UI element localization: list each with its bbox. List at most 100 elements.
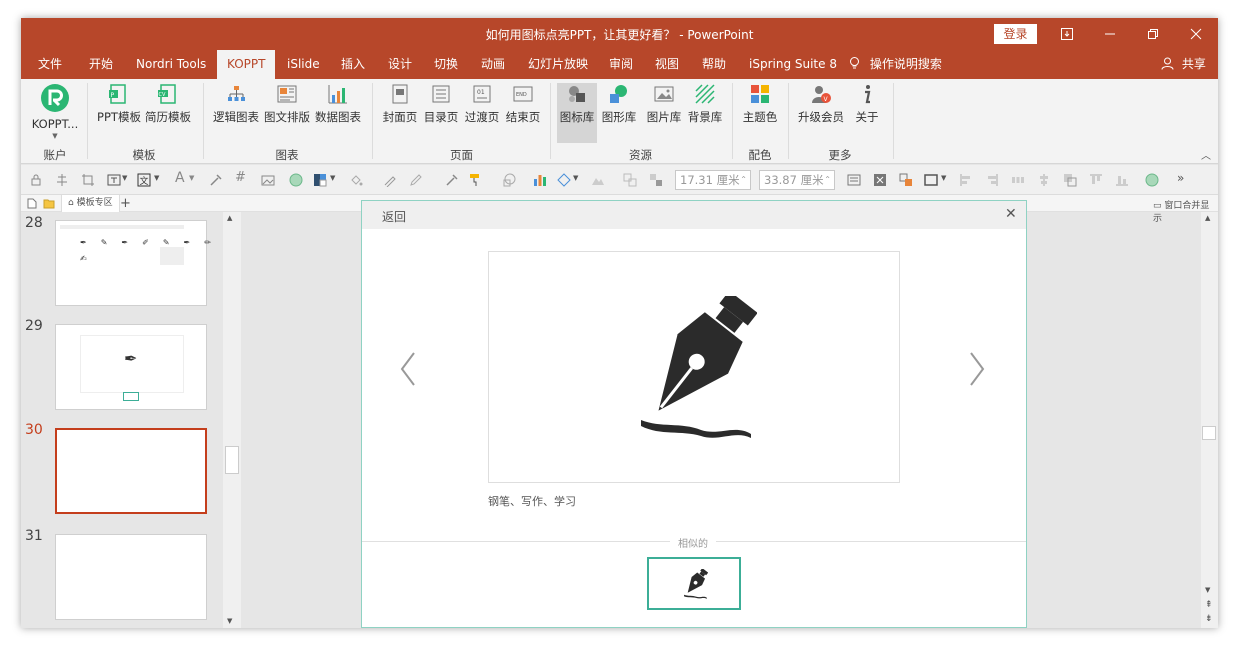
- chevron-down-icon[interactable]: ▼: [330, 174, 335, 182]
- align-right-icon[interactable]: [985, 173, 999, 187]
- pen-tool-icon[interactable]: [383, 173, 397, 187]
- scroll-down-icon[interactable]: ▼: [1205, 586, 1210, 594]
- arrange-icon[interactable]: [1063, 173, 1077, 187]
- width-input[interactable]: 17.31 厘米 ⌃: [675, 170, 751, 190]
- align-center-icon[interactable]: [1037, 173, 1051, 187]
- lock-icon[interactable]: [29, 173, 43, 187]
- spinner-icon[interactable]: ⌃: [824, 171, 831, 189]
- chart-icon[interactable]: [533, 173, 547, 187]
- tab-ispring[interactable]: iSpring Suite 8: [749, 50, 837, 79]
- tab-home[interactable]: 开始: [89, 50, 113, 79]
- pipette-icon[interactable]: [445, 173, 459, 187]
- similar-icon-item[interactable]: [647, 557, 741, 610]
- next-arrow-icon[interactable]: [965, 349, 989, 389]
- slide-thumbnail-30[interactable]: [55, 428, 207, 514]
- scroll-down-icon[interactable]: ▼: [227, 617, 232, 625]
- tab-nordri-tools[interactable]: Nordri Tools: [136, 50, 206, 79]
- chevron-down-icon[interactable]: ▼: [154, 174, 159, 182]
- edit-shape-icon[interactable]: [409, 173, 423, 187]
- eyedropper-icon[interactable]: [209, 173, 223, 187]
- koppt-account-button[interactable]: KOPPT... ▼: [31, 83, 79, 141]
- distribute-icon[interactable]: [1011, 173, 1025, 187]
- chevron-down-icon[interactable]: ▼: [941, 174, 946, 182]
- logic-chart-button[interactable]: 逻辑图表: [213, 83, 259, 125]
- shape-fill-icon[interactable]: [289, 173, 303, 187]
- spinner-icon[interactable]: ⌃: [740, 171, 747, 189]
- shape-library-button[interactable]: 图形库: [600, 83, 638, 125]
- hash-icon[interactable]: #: [235, 170, 246, 185]
- tab-help[interactable]: 帮助: [702, 50, 726, 79]
- slide-layout-icon[interactable]: [847, 173, 861, 187]
- shapes-icon[interactable]: [502, 173, 516, 187]
- scroll-up-icon[interactable]: ▲: [1205, 214, 1210, 222]
- background-library-button[interactable]: 背景库: [686, 83, 724, 125]
- chevron-down-icon[interactable]: ▼: [189, 174, 194, 182]
- tab-template-zone[interactable]: ⌂ 模板专区: [61, 195, 120, 212]
- replace-icon[interactable]: [899, 173, 913, 187]
- tab-design[interactable]: 设计: [388, 50, 412, 79]
- tell-me-search[interactable]: 操作说明搜索: [849, 50, 942, 79]
- back-button[interactable]: 返回: [382, 208, 406, 225]
- group-icon[interactable]: [623, 173, 637, 187]
- tab-view[interactable]: 视图: [655, 50, 679, 79]
- data-chart-button[interactable]: 数据图表: [315, 83, 361, 125]
- color-block-icon[interactable]: [313, 173, 327, 187]
- resume-template-button[interactable]: CV 简历模板: [145, 83, 191, 125]
- icon-library-button[interactable]: 图标库: [557, 83, 597, 143]
- more-tools-icon[interactable]: »: [1177, 171, 1184, 185]
- slide-thumbnail-29[interactable]: ✒: [55, 324, 207, 410]
- slide-thumbnail-28[interactable]: ✒✎✒✐✎✒✏✎✍: [55, 220, 232, 306]
- scroll-up-icon[interactable]: ▲: [227, 214, 232, 222]
- align-icon[interactable]: [55, 173, 69, 187]
- format-painter-icon[interactable]: [468, 173, 482, 187]
- end-page-button[interactable]: END 结束页: [504, 83, 542, 125]
- slide-thumbnail-31[interactable]: [55, 534, 207, 620]
- next-slide-icon[interactable]: ⇟: [1205, 614, 1213, 624]
- textbox-icon[interactable]: [107, 173, 121, 187]
- ppt-template-button[interactable]: P PPT模板: [97, 83, 141, 125]
- tab-animations[interactable]: 动画: [481, 50, 505, 79]
- chevron-down-icon[interactable]: ▼: [573, 174, 578, 182]
- crop-icon[interactable]: [81, 173, 95, 187]
- tab-file[interactable]: 文件: [38, 50, 62, 79]
- tab-slideshow[interactable]: 幻灯片放映: [528, 50, 588, 79]
- cover-page-button[interactable]: 封面页: [381, 83, 419, 125]
- ribbon-display-icon[interactable]: [1046, 18, 1088, 50]
- previous-arrow-icon[interactable]: [396, 349, 420, 389]
- close-icon[interactable]: ✕: [1005, 206, 1017, 222]
- upgrade-member-button[interactable]: V 升级会员: [797, 83, 845, 125]
- frame-icon[interactable]: [924, 173, 938, 187]
- ungroup-icon[interactable]: [649, 173, 663, 187]
- scrollbar-thumb[interactable]: [1202, 426, 1216, 440]
- collapse-ribbon-icon[interactable]: ︿: [1201, 147, 1211, 162]
- share-button[interactable]: 共享: [1161, 50, 1206, 79]
- previous-slide-icon[interactable]: ⇞: [1205, 600, 1213, 610]
- picture-icon[interactable]: [261, 173, 275, 187]
- align-left-icon[interactable]: [959, 173, 973, 187]
- transition-page-button[interactable]: 01 过渡页: [463, 83, 501, 125]
- login-button[interactable]: 登录: [994, 24, 1037, 44]
- image-library-button[interactable]: 图片库: [645, 83, 683, 125]
- align-bottom-icon[interactable]: [1115, 173, 1129, 187]
- vertical-text-icon[interactable]: 文: [137, 173, 151, 187]
- height-input[interactable]: 33.87 厘米 ⌃: [759, 170, 835, 190]
- toc-page-button[interactable]: 目录页: [422, 83, 460, 125]
- about-button[interactable]: 关于: [851, 83, 883, 125]
- circle-shape-icon[interactable]: [1145, 173, 1159, 187]
- editor-scrollbar[interactable]: ▲ ▼ ⇞ ⇟: [1201, 212, 1218, 628]
- close-box-icon[interactable]: [873, 173, 887, 187]
- new-file-icon[interactable]: [27, 198, 37, 209]
- scrollbar-thumb[interactable]: [225, 446, 239, 474]
- add-tab-icon[interactable]: +: [120, 195, 131, 212]
- theme-color-button[interactable]: 主题色: [740, 83, 780, 125]
- close-icon[interactable]: [1175, 18, 1217, 50]
- thumbnail-scrollbar[interactable]: ▲ ▼: [223, 212, 241, 628]
- tab-insert[interactable]: 插入: [341, 50, 365, 79]
- mountain-icon[interactable]: [591, 173, 605, 187]
- chevron-down-icon[interactable]: ▼: [122, 174, 127, 182]
- image-text-layout-button[interactable]: 图文排版: [264, 83, 310, 125]
- folder-icon[interactable]: [43, 198, 55, 209]
- diamond-shape-icon[interactable]: [557, 173, 571, 187]
- tab-koppt[interactable]: KOPPT: [217, 50, 276, 79]
- font-icon[interactable]: A: [175, 170, 185, 186]
